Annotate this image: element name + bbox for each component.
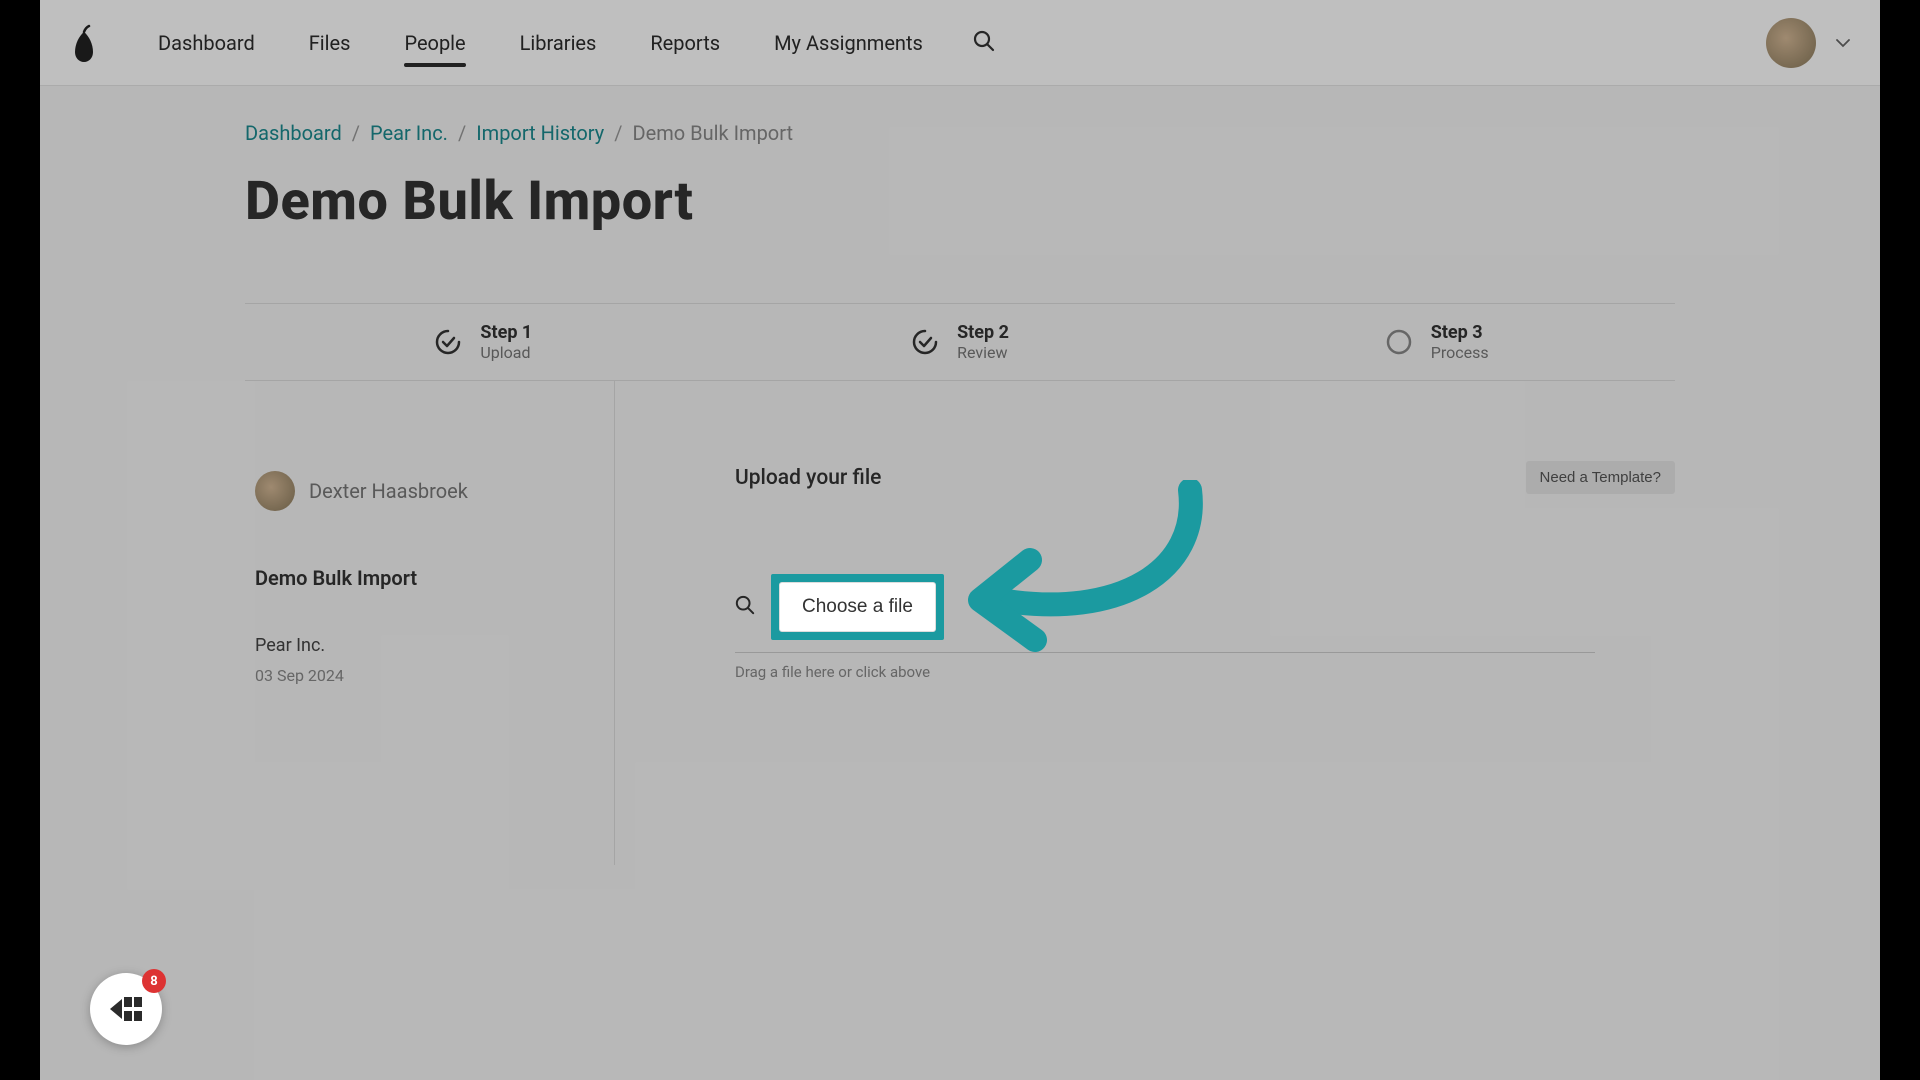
step-2-title: Step 2	[957, 322, 1009, 343]
upload-row[interactable]: Choose a file	[735, 574, 1595, 653]
chevron-down-icon[interactable]	[1836, 33, 1850, 52]
upload-title: Upload your file	[735, 466, 881, 490]
nav-people[interactable]: People	[404, 0, 465, 85]
nav-libraries[interactable]: Libraries	[520, 0, 597, 85]
breadcrumb: Dashboard / Pear Inc. / Import History /…	[245, 121, 1675, 145]
step-1-title: Step 1	[480, 322, 532, 343]
step-3-sub: Process	[1431, 343, 1489, 362]
help-badge: 8	[142, 969, 166, 993]
step-done-icon	[434, 328, 462, 356]
left-panel: Dexter Haasbroek Demo Bulk Import Pear I…	[245, 381, 615, 865]
nav-files[interactable]: Files	[309, 0, 351, 85]
nav-reports[interactable]: Reports	[650, 0, 720, 85]
letterbox-right	[1880, 0, 1920, 1080]
step-3-title: Step 3	[1431, 322, 1489, 343]
need-template-button[interactable]: Need a Template?	[1526, 461, 1675, 494]
step-2-sub: Review	[957, 343, 1009, 362]
breadcrumb-dashboard[interactable]: Dashboard	[245, 121, 342, 145]
step-1-sub: Upload	[480, 343, 532, 362]
main-row: Dexter Haasbroek Demo Bulk Import Pear I…	[245, 381, 1675, 865]
owner-name: Dexter Haasbroek	[309, 479, 468, 503]
main-nav: Dashboard Files People Libraries Reports…	[158, 0, 923, 85]
step-1: Step 1 Upload	[245, 322, 722, 362]
owner-avatar	[255, 471, 295, 511]
drag-hint: Drag a file here or click above	[735, 663, 1675, 681]
search-icon[interactable]	[973, 30, 995, 56]
right-panel: Upload your file Need a Template? Choose…	[615, 381, 1675, 865]
breadcrumb-sep: /	[614, 121, 622, 145]
step-2: Step 2 Review	[722, 322, 1199, 362]
breadcrumb-sep: /	[458, 121, 466, 145]
page-title: Demo Bulk Import	[245, 170, 1675, 233]
search-icon	[735, 595, 755, 619]
app-viewport: Dashboard Files People Libraries Reports…	[40, 0, 1880, 1080]
page-content: Dashboard / Pear Inc. / Import History /…	[40, 86, 1880, 865]
step-pending-icon	[1385, 328, 1413, 356]
import-company: Pear Inc.	[255, 635, 604, 656]
top-nav-header: Dashboard Files People Libraries Reports…	[40, 0, 1880, 86]
step-done-icon	[911, 328, 939, 356]
import-date: 03 Sep 2024	[255, 666, 604, 685]
user-avatar[interactable]	[1766, 18, 1816, 68]
header-right	[1766, 18, 1850, 68]
breadcrumb-sep: /	[352, 121, 360, 145]
step-indicator: Step 1 Upload Step 2 Review	[245, 303, 1675, 381]
letterbox-left	[0, 0, 40, 1080]
choose-file-highlight: Choose a file	[771, 574, 944, 640]
import-owner: Dexter Haasbroek	[255, 471, 604, 511]
choose-file-button[interactable]: Choose a file	[779, 582, 936, 632]
help-widget[interactable]: 8	[90, 973, 162, 1045]
nav-dashboard[interactable]: Dashboard	[158, 0, 255, 85]
breadcrumb-import-history[interactable]: Import History	[476, 121, 604, 145]
breadcrumb-current: Demo Bulk Import	[633, 121, 794, 145]
nav-my-assignments[interactable]: My Assignments	[774, 0, 923, 85]
import-name: Demo Bulk Import	[255, 566, 604, 590]
help-widget-icon	[104, 987, 148, 1031]
pear-logo-icon[interactable]	[70, 23, 98, 63]
breadcrumb-pear-inc[interactable]: Pear Inc.	[370, 121, 448, 145]
step-3: Step 3 Process	[1198, 322, 1675, 362]
upload-header: Upload your file Need a Template?	[735, 461, 1675, 494]
